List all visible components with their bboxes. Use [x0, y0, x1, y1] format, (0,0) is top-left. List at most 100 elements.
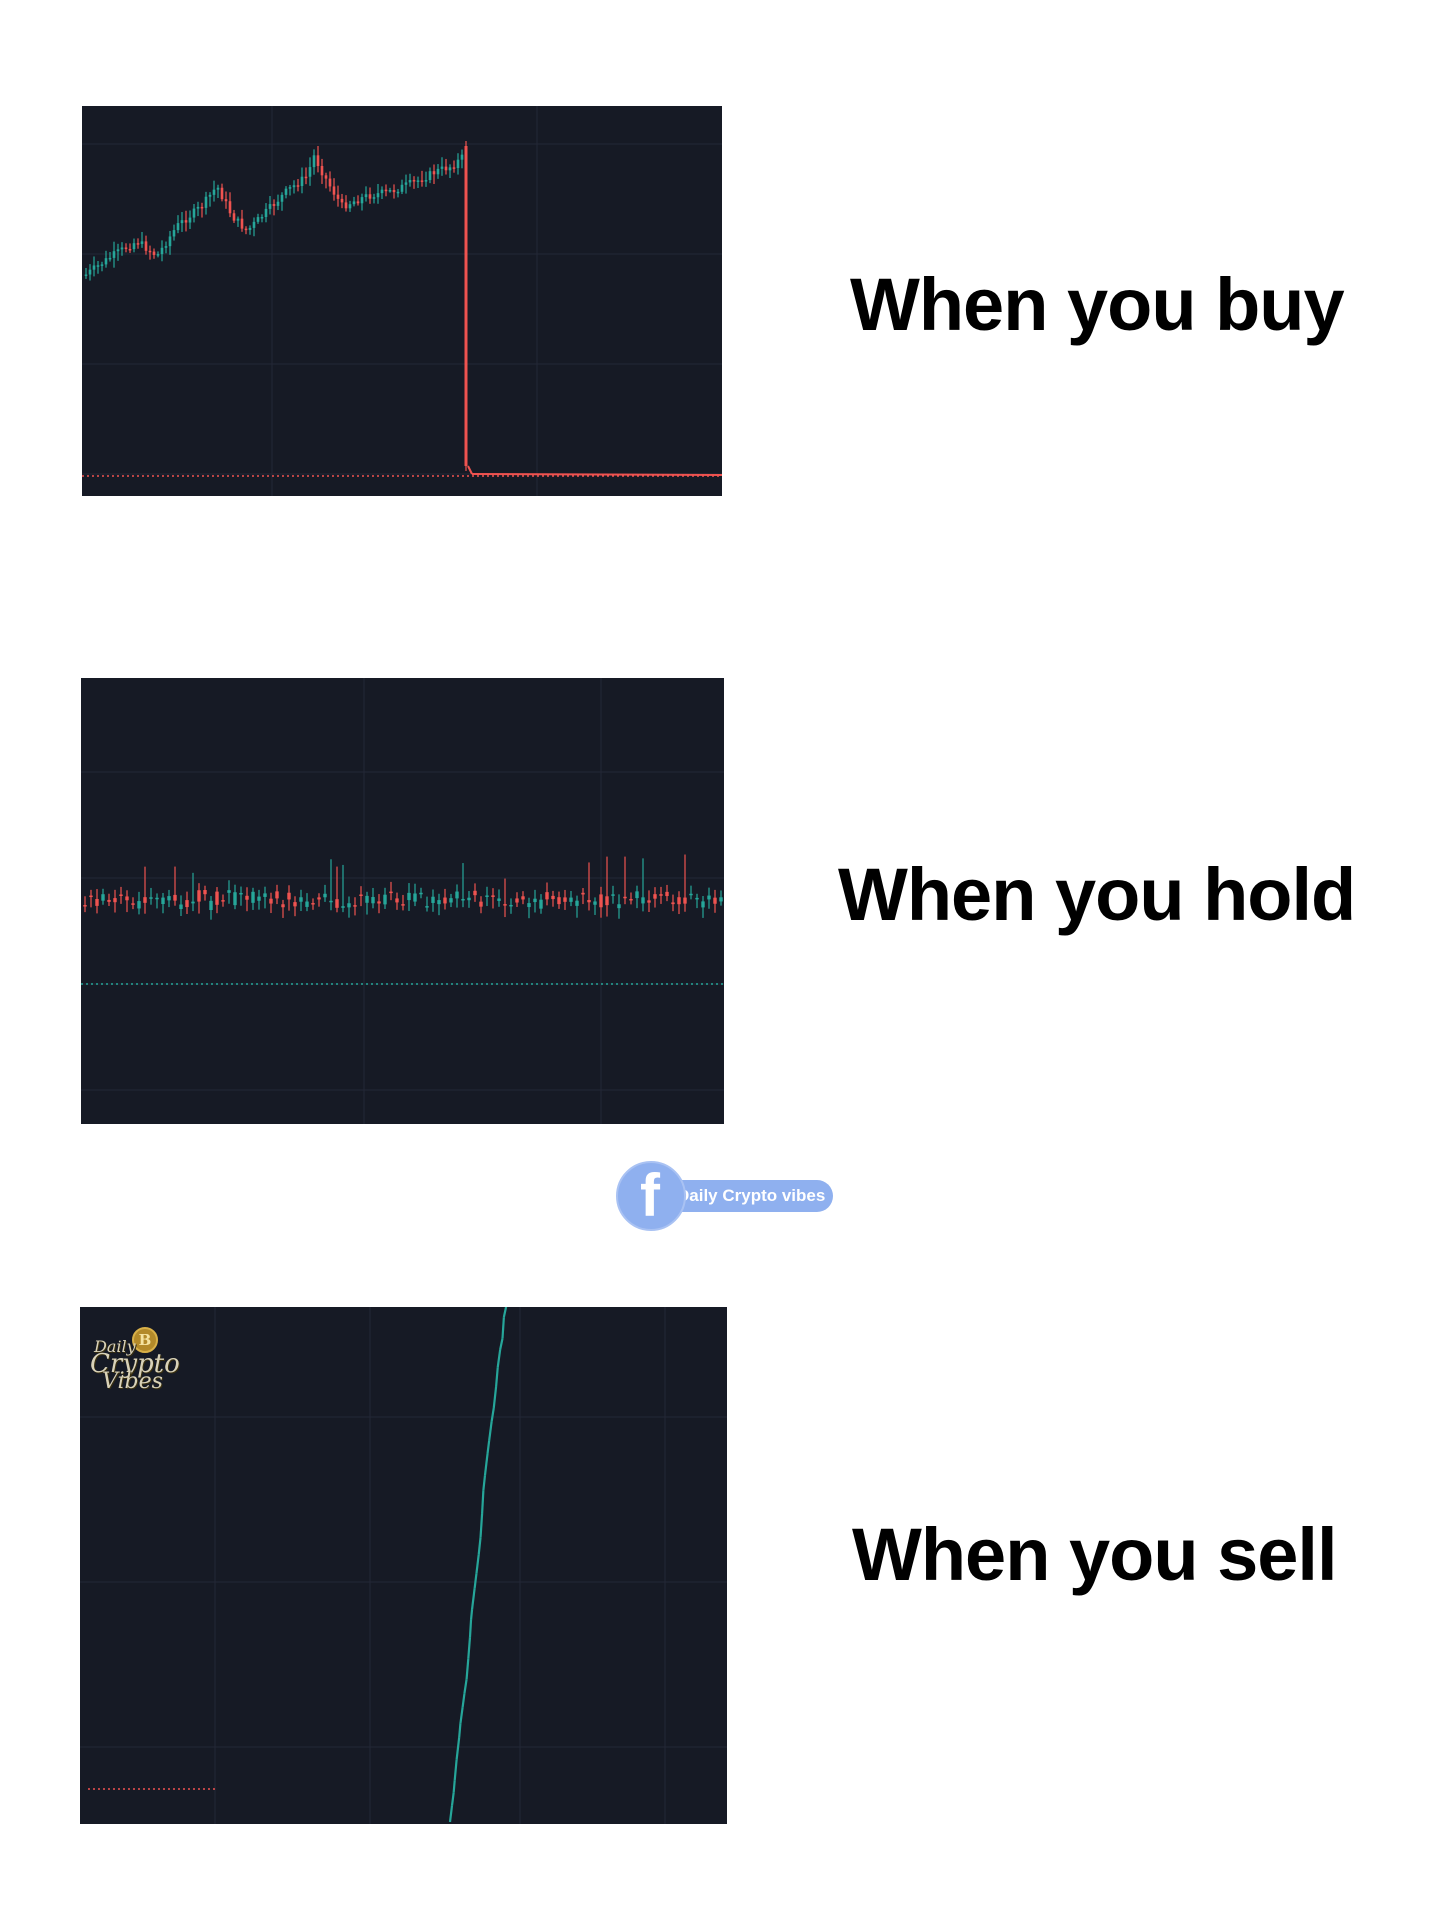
rally-segment [492, 1386, 498, 1409]
candle-body [83, 905, 87, 907]
candle-body [304, 176, 308, 179]
candle-body [256, 217, 260, 222]
candle-body [368, 194, 372, 199]
candle-body [665, 891, 669, 897]
candle-body [173, 894, 177, 901]
candle-body [197, 890, 201, 902]
logo-line-vibes: Vibes [102, 1369, 163, 1394]
candle-body [120, 247, 124, 250]
candle-body [252, 221, 256, 228]
candle-body [372, 197, 376, 199]
candle-body [353, 905, 357, 907]
rally-segment [490, 1407, 495, 1422]
candle-body [569, 897, 573, 902]
candle-body [116, 249, 120, 252]
candle-body [617, 904, 621, 909]
candle-body [244, 228, 248, 231]
candle-body [191, 901, 195, 904]
candle-body [100, 264, 104, 266]
rally-segment [468, 1619, 473, 1638]
candle-body [448, 167, 452, 171]
candle-body [683, 897, 687, 904]
candle-body [449, 898, 453, 903]
candle-body [136, 243, 140, 245]
candle-body [383, 894, 387, 905]
rally-segment [482, 1475, 487, 1491]
rally-segment [448, 1805, 454, 1823]
candle-body [563, 897, 567, 902]
candle-body [347, 903, 351, 908]
candle-body [220, 187, 224, 200]
rally-segment [486, 1440, 491, 1454]
candle-body [695, 897, 699, 900]
buy-candlestick-chart [82, 106, 722, 496]
candle-body [299, 897, 303, 902]
candle-body [452, 167, 456, 169]
candle-body [464, 146, 468, 466]
candle-body [276, 201, 280, 206]
candle-body [308, 167, 312, 177]
candle-body [701, 901, 705, 908]
candle-body [641, 897, 645, 904]
candle-body [140, 241, 144, 244]
rally-segment [458, 1723, 462, 1738]
candle-body [149, 897, 153, 899]
candle-body [95, 898, 99, 906]
candle-body [420, 180, 424, 182]
candle-body [365, 895, 369, 903]
candle-body [440, 166, 444, 169]
candle-body [263, 893, 267, 897]
candle-body [317, 897, 321, 900]
buy-chart-panel [82, 106, 722, 496]
candle-body [707, 895, 711, 900]
badge-text: Daily Crypto vibes [677, 1186, 826, 1205]
candle-body [296, 185, 300, 187]
candle-body [377, 901, 381, 904]
rally-segment [479, 1513, 484, 1538]
candle-body [551, 895, 555, 900]
daily-crypto-vibes-logo: B Daily Crypto Vibes [88, 1327, 198, 1397]
candle-body [260, 216, 264, 219]
candle-body [203, 890, 207, 895]
candle-body [245, 895, 249, 900]
candle-body [340, 198, 344, 203]
candle-body [360, 197, 364, 204]
rally-segment [455, 1737, 461, 1760]
candle-body [212, 189, 216, 195]
candle-body [233, 892, 237, 906]
candle-body [467, 897, 471, 901]
rally-segment [452, 1780, 456, 1793]
candle-body [392, 190, 396, 193]
candle-body [179, 904, 183, 910]
candle-body [332, 186, 336, 195]
rally-segment [463, 1678, 468, 1694]
candle-body [436, 168, 440, 175]
rally-segment [465, 1658, 470, 1680]
facebook-icon: f [616, 1161, 686, 1231]
candle-body [188, 217, 192, 223]
candle-body [437, 900, 441, 905]
candle-body [192, 208, 196, 218]
candle-body [335, 899, 339, 908]
candle-body [425, 906, 429, 908]
rally-segment [483, 1453, 489, 1476]
candle-body [89, 895, 93, 898]
candle-body [515, 898, 519, 903]
candle-body [312, 155, 316, 168]
candle-body [324, 175, 328, 179]
candle-body [545, 892, 549, 900]
candle-body [497, 898, 501, 901]
candle-body [305, 901, 309, 907]
candle-body [180, 220, 184, 224]
candle-body [155, 897, 159, 900]
candle-body [416, 180, 420, 182]
candle-body [224, 199, 228, 202]
candle-body [341, 906, 345, 908]
candle-body [128, 248, 132, 251]
candle-body [92, 265, 96, 270]
candle-body [275, 891, 279, 899]
candle-body [719, 897, 723, 902]
candle-body [432, 171, 436, 175]
candle-body [359, 894, 363, 897]
hold-chart-panel [81, 678, 724, 1124]
